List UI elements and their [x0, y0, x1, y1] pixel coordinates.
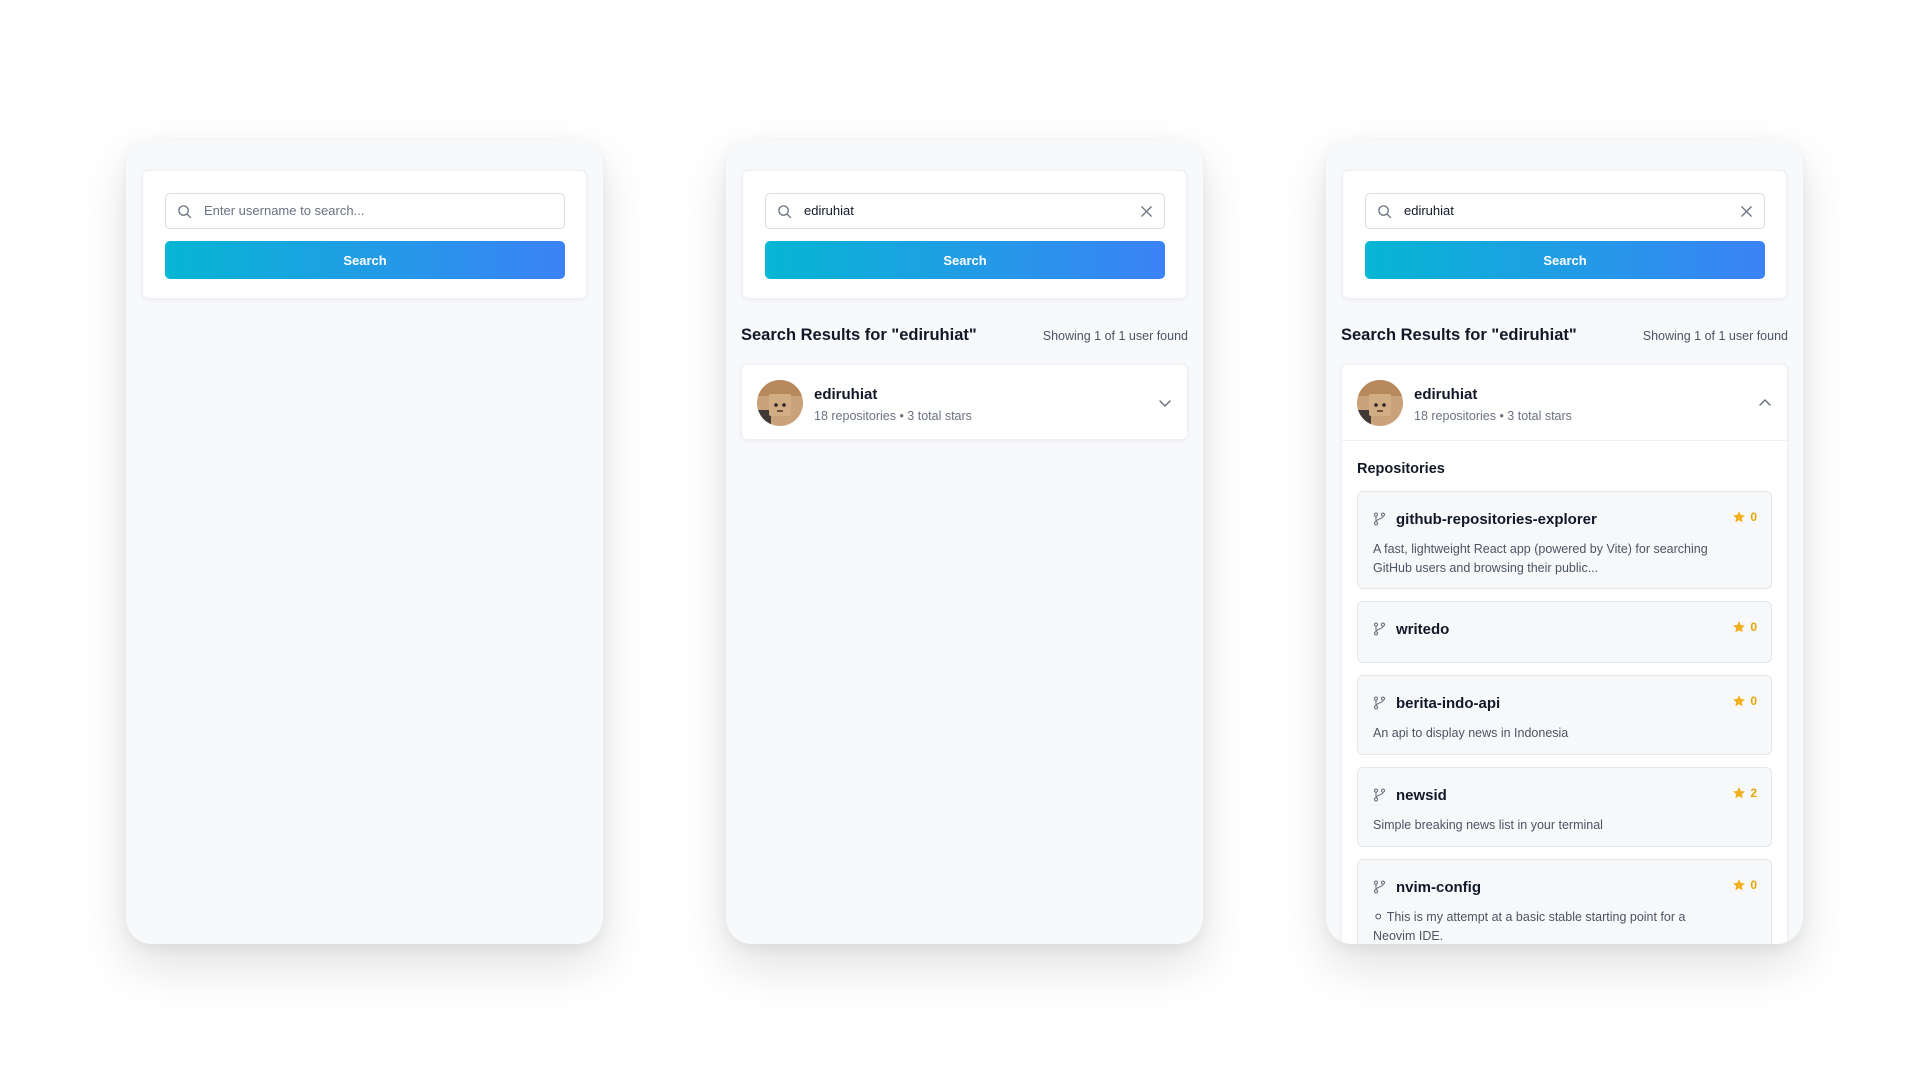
- star-count: 0: [1750, 694, 1757, 708]
- repo-name: newsid: [1396, 787, 1447, 804]
- repo-stars: 0: [1732, 694, 1757, 708]
- user-meta: 18 repositories • 3 total stars: [814, 409, 972, 423]
- repo-stars: 0: [1732, 878, 1757, 892]
- repo-card[interactable]: writedo 0: [1357, 601, 1772, 663]
- results-header: Search Results for "ediruhiat" Showing 1…: [741, 326, 1188, 348]
- chevron-down-icon[interactable]: [1158, 396, 1172, 410]
- repo-description: A fast, lightweight React app (powered b…: [1373, 542, 1708, 575]
- search-input[interactable]: Enter username to search...: [165, 193, 565, 229]
- user-meta: 18 repositories • 3 total stars: [1414, 409, 1572, 423]
- user-card: ediruhiat 18 repositories • 3 total star…: [1341, 364, 1788, 944]
- username: ediruhiat: [1414, 386, 1478, 403]
- repo-description: Simple breaking news list in your termin…: [1373, 818, 1603, 832]
- star-icon: [1733, 879, 1746, 891]
- results-count: Showing 1 of 1 user found: [1642, 329, 1788, 343]
- user-row[interactable]: ediruhiat 18 repositories • 3 total star…: [742, 365, 1187, 439]
- avatar: [757, 380, 803, 426]
- search-button[interactable]: Search: [765, 241, 1165, 279]
- star-count: 0: [1750, 878, 1757, 892]
- star-icon: [1733, 787, 1746, 799]
- search-card: Enter username to search... Search: [142, 170, 587, 299]
- results-title: Search Results for "ediruhiat": [741, 326, 977, 344]
- search-card: ediruhiat Search: [742, 170, 1187, 299]
- search-button[interactable]: Search: [1365, 241, 1765, 279]
- star-icon: [1733, 511, 1746, 523]
- repo-description: An api to display news in Indonesia: [1373, 726, 1569, 740]
- fork-icon: [1373, 880, 1386, 894]
- results-title: Search Results for "ediruhiat": [1341, 326, 1577, 344]
- search-placeholder: Enter username to search...: [204, 203, 365, 218]
- phone-screen-results: ediruhiat Search Search Results for "edi…: [726, 140, 1203, 944]
- repo-description: ⚪ This is my attempt at a basic stable s…: [1373, 910, 1686, 943]
- phone-screen-empty: Enter username to search... Search: [126, 140, 603, 944]
- star-icon: [1733, 695, 1746, 707]
- repo-name: berita-indo-api: [1396, 695, 1501, 712]
- results-count: Showing 1 of 1 user found: [1042, 329, 1188, 343]
- close-icon[interactable]: [1140, 205, 1153, 218]
- user-card: ediruhiat 18 repositories • 3 total star…: [741, 364, 1188, 440]
- user-row[interactable]: ediruhiat 18 repositories • 3 total star…: [1342, 365, 1787, 440]
- search-card: ediruhiat Search: [1342, 170, 1787, 299]
- repo-card[interactable]: newsid 2 Simple breaking news list in yo…: [1357, 767, 1772, 847]
- search-value: ediruhiat: [804, 203, 854, 218]
- fork-icon: [1373, 512, 1386, 526]
- repo-card[interactable]: github-repositories-explorer 0 A fast, l…: [1357, 491, 1772, 589]
- search-icon: [778, 205, 792, 219]
- search-input[interactable]: ediruhiat: [765, 193, 1165, 229]
- fork-icon: [1373, 696, 1386, 710]
- search-icon: [1378, 205, 1392, 219]
- star-icon: [1733, 621, 1746, 633]
- star-count: 0: [1750, 510, 1757, 524]
- repo-card[interactable]: nvim-config 0 ⚪ This is my attempt at a …: [1357, 859, 1772, 944]
- repo-name: nvim-config: [1396, 879, 1481, 896]
- repo-name: writedo: [1396, 621, 1450, 638]
- repo-stars: 0: [1732, 620, 1757, 634]
- repo-stars: 0: [1732, 510, 1757, 524]
- results-header: Search Results for "ediruhiat" Showing 1…: [1341, 326, 1788, 348]
- search-value: ediruhiat: [1404, 203, 1454, 218]
- search-icon: [178, 205, 192, 219]
- search-input[interactable]: ediruhiat: [1365, 193, 1765, 229]
- repositories-section: Repositories github-repositories-explore…: [1342, 440, 1787, 944]
- search-button[interactable]: Search: [165, 241, 565, 279]
- avatar: [1357, 380, 1403, 426]
- star-count: 2: [1750, 786, 1757, 800]
- repo-name: github-repositories-explorer: [1396, 511, 1597, 528]
- phone-screen-expanded: ediruhiat Search Search Results for "edi…: [1326, 140, 1803, 944]
- repo-card[interactable]: berita-indo-api 0 An api to display news…: [1357, 675, 1772, 755]
- repo-stars: 2: [1732, 786, 1757, 800]
- chevron-up-icon[interactable]: [1758, 396, 1772, 410]
- fork-icon: [1373, 622, 1386, 636]
- close-icon[interactable]: [1740, 205, 1753, 218]
- username: ediruhiat: [814, 386, 878, 403]
- star-count: 0: [1750, 620, 1757, 634]
- fork-icon: [1373, 788, 1386, 802]
- repositories-title: Repositories: [1357, 461, 1445, 477]
